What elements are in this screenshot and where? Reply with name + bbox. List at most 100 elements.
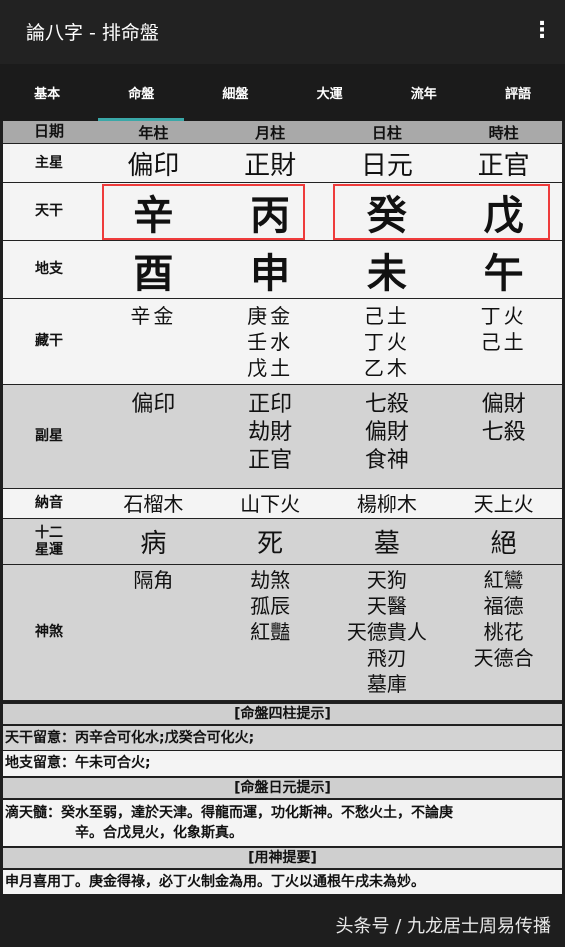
branch-year: 酉 bbox=[133, 249, 174, 297]
stage-hour: 絕 bbox=[490, 529, 517, 559]
header-month: 月柱 bbox=[255, 123, 286, 142]
shensha-item: 飛刃 bbox=[366, 646, 407, 670]
stem-combo-highlight-2 bbox=[333, 184, 550, 240]
secondary-star: 正官 bbox=[248, 448, 293, 473]
branch-hint: 地支留意：午未可合火; bbox=[3, 751, 562, 776]
secondary-star: 偏財 bbox=[481, 392, 526, 417]
shensha-item: 紅豔 bbox=[250, 620, 291, 644]
row-label: 神煞 bbox=[35, 624, 63, 641]
row-label: 納音 bbox=[35, 495, 63, 512]
row-nayin: 納音 石榴木 山下火 楊柳木 天上火 bbox=[3, 489, 562, 519]
shensha-year: 隔角 bbox=[95, 565, 212, 700]
header-row: 日期 年柱 月柱 日柱 時柱 bbox=[3, 121, 562, 144]
tab-annual[interactable]: 流年 bbox=[377, 64, 471, 121]
row-earthly-branch: 地支 酉 申 未 午 bbox=[3, 241, 562, 299]
secondary-stars-month: 正印 劫財 正官 bbox=[212, 385, 329, 488]
nayin-day: 楊柳木 bbox=[356, 491, 417, 516]
shensha-item: 劫煞 bbox=[250, 568, 291, 592]
shensha-item: 天醫 bbox=[366, 594, 407, 618]
tab-chart[interactable]: 命盤 bbox=[94, 64, 188, 121]
stem-combo-highlight-1 bbox=[102, 184, 305, 240]
hidden-stem: 辛金 bbox=[130, 304, 177, 328]
tab-bar: 基本 命盤 細盤 大運 流年 評語 bbox=[0, 64, 565, 121]
secondary-star: 劫財 bbox=[248, 420, 293, 445]
stage-year: 病 bbox=[140, 529, 167, 559]
secondary-star: 七殺 bbox=[481, 420, 526, 445]
app-title: 論八字 - 排命盤 bbox=[26, 22, 159, 44]
secondary-star: 七殺 bbox=[364, 392, 409, 417]
app-bar: 論八字 - 排命盤 ⋮ bbox=[0, 0, 565, 64]
tab-comments[interactable]: 評語 bbox=[471, 64, 565, 121]
hidden-stems-year: 辛金 bbox=[95, 299, 212, 384]
stem-hint: 天干留意：丙辛合可化水;戊癸合可化火; bbox=[3, 726, 562, 750]
nayin-hour: 天上火 bbox=[473, 491, 534, 516]
shensha-item: 桃花 bbox=[483, 620, 524, 644]
row-label: 十二星運 bbox=[35, 525, 63, 558]
shensha-item: 天狗 bbox=[366, 568, 407, 592]
nayin-year: 石榴木 bbox=[123, 491, 184, 516]
hidden-stem: 庚金 bbox=[247, 304, 294, 328]
shensha-item: 紅鸞 bbox=[483, 568, 524, 592]
shensha-item: 天德貴人 bbox=[346, 620, 427, 644]
hidden-stems-day: 己土 丁火 乙木 bbox=[329, 299, 446, 384]
useful-god-text: 申月喜用丁。庚金得祿，必丁火制金為用。丁火以通根午戌未為妙。 bbox=[3, 870, 562, 894]
shensha-day: 天狗 天醫 天德貴人 飛刃 墓庫 bbox=[329, 565, 446, 700]
hidden-stem: 壬水 bbox=[247, 330, 294, 354]
secondary-star: 偏印 bbox=[131, 392, 176, 417]
hidden-stem: 戊土 bbox=[247, 356, 294, 380]
main-star-month: 正財 bbox=[244, 150, 297, 181]
more-options-icon[interactable]: ⋮ bbox=[531, 18, 553, 44]
row-label: 副星 bbox=[35, 428, 63, 445]
tab-basic[interactable]: 基本 bbox=[0, 64, 94, 121]
section-title-useful-god: [用神提要] bbox=[3, 847, 562, 869]
main-star-year: 偏印 bbox=[127, 150, 180, 181]
hidden-stem: 丁火 bbox=[480, 304, 527, 328]
header-year: 年柱 bbox=[138, 123, 169, 142]
header-hour: 時柱 bbox=[488, 123, 519, 142]
stage-day: 墓 bbox=[373, 529, 400, 559]
branch-hour: 午 bbox=[483, 249, 524, 297]
ditiansui-line-2: 辛。合戊見火，化象斯真。 bbox=[75, 825, 243, 841]
hidden-stem: 己土 bbox=[363, 304, 410, 328]
secondary-stars-day: 七殺 偏財 食神 bbox=[329, 385, 446, 488]
tab-major-luck[interactable]: 大運 bbox=[283, 64, 377, 121]
hidden-stem: 己土 bbox=[480, 330, 527, 354]
nayin-month: 山下火 bbox=[240, 491, 301, 516]
secondary-star: 正印 bbox=[248, 392, 293, 417]
shensha-item: 墓庫 bbox=[366, 672, 407, 696]
shensha-month: 劫煞 孤辰 紅豔 bbox=[212, 565, 329, 700]
tab-detail[interactable]: 細盤 bbox=[188, 64, 282, 121]
watermark: 头条号 / 九龙居士周易传播 bbox=[335, 916, 551, 937]
shensha-hour: 紅鸞 福德 桃花 天德合 bbox=[445, 565, 562, 700]
secondary-stars-year: 偏印 bbox=[95, 385, 212, 488]
hidden-stem: 乙木 bbox=[363, 356, 410, 380]
footer: 头条号 / 九龙居士周易传播 bbox=[0, 895, 565, 947]
row-label: 藏干 bbox=[35, 333, 63, 350]
hidden-stems-hour: 丁火 己土 bbox=[445, 299, 562, 384]
row-label: 天干 bbox=[35, 203, 63, 220]
section-title-day-master: [命盤日元提示] bbox=[3, 777, 562, 799]
hidden-stem: 丁火 bbox=[363, 330, 410, 354]
main-star-hour: 正官 bbox=[477, 150, 530, 181]
row-shensha: 神煞 隔角 劫煞 孤辰 紅豔 天狗 天醫 天德貴人 飛刃 墓庫 紅鸞 福德 桃花… bbox=[3, 565, 562, 701]
row-label: 主星 bbox=[35, 154, 63, 171]
row-twelve-stages: 十二星運 病 死 墓 絕 bbox=[3, 519, 562, 565]
row-main-star: 主星 偏印 正財 日元 正官 bbox=[3, 144, 562, 183]
section-title-pillars: [命盤四柱提示] bbox=[3, 703, 562, 725]
branch-month: 申 bbox=[250, 249, 291, 297]
secondary-star: 偏財 bbox=[364, 420, 409, 445]
shensha-item: 孤辰 bbox=[250, 594, 291, 618]
stage-month: 死 bbox=[257, 529, 284, 559]
shensha-item: 福德 bbox=[483, 594, 524, 618]
header-day: 日柱 bbox=[371, 123, 402, 142]
shensha-item: 隔角 bbox=[133, 568, 174, 592]
main-star-day: 日元 bbox=[360, 150, 413, 181]
ditiansui-text: 滴天髓：癸水至弱，達於天津。得龍而運，功化斯神。不愁火土，不論庚 辛。合戊見火，… bbox=[3, 800, 562, 846]
row-secondary-stars: 副星 偏印 正印 劫財 正官 七殺 偏財 食神 偏財 七殺 bbox=[3, 385, 562, 489]
secondary-star: 食神 bbox=[364, 448, 409, 473]
hidden-stems-month: 庚金 壬水 戊土 bbox=[212, 299, 329, 384]
shensha-item: 天德合 bbox=[473, 646, 534, 670]
secondary-stars-hour: 偏財 七殺 bbox=[445, 385, 562, 488]
row-label: 地支 bbox=[35, 261, 63, 278]
ditiansui-line-1: 滴天髓：癸水至弱，達於天津。得龍而運，功化斯神。不愁火土，不論庚 bbox=[5, 805, 453, 821]
